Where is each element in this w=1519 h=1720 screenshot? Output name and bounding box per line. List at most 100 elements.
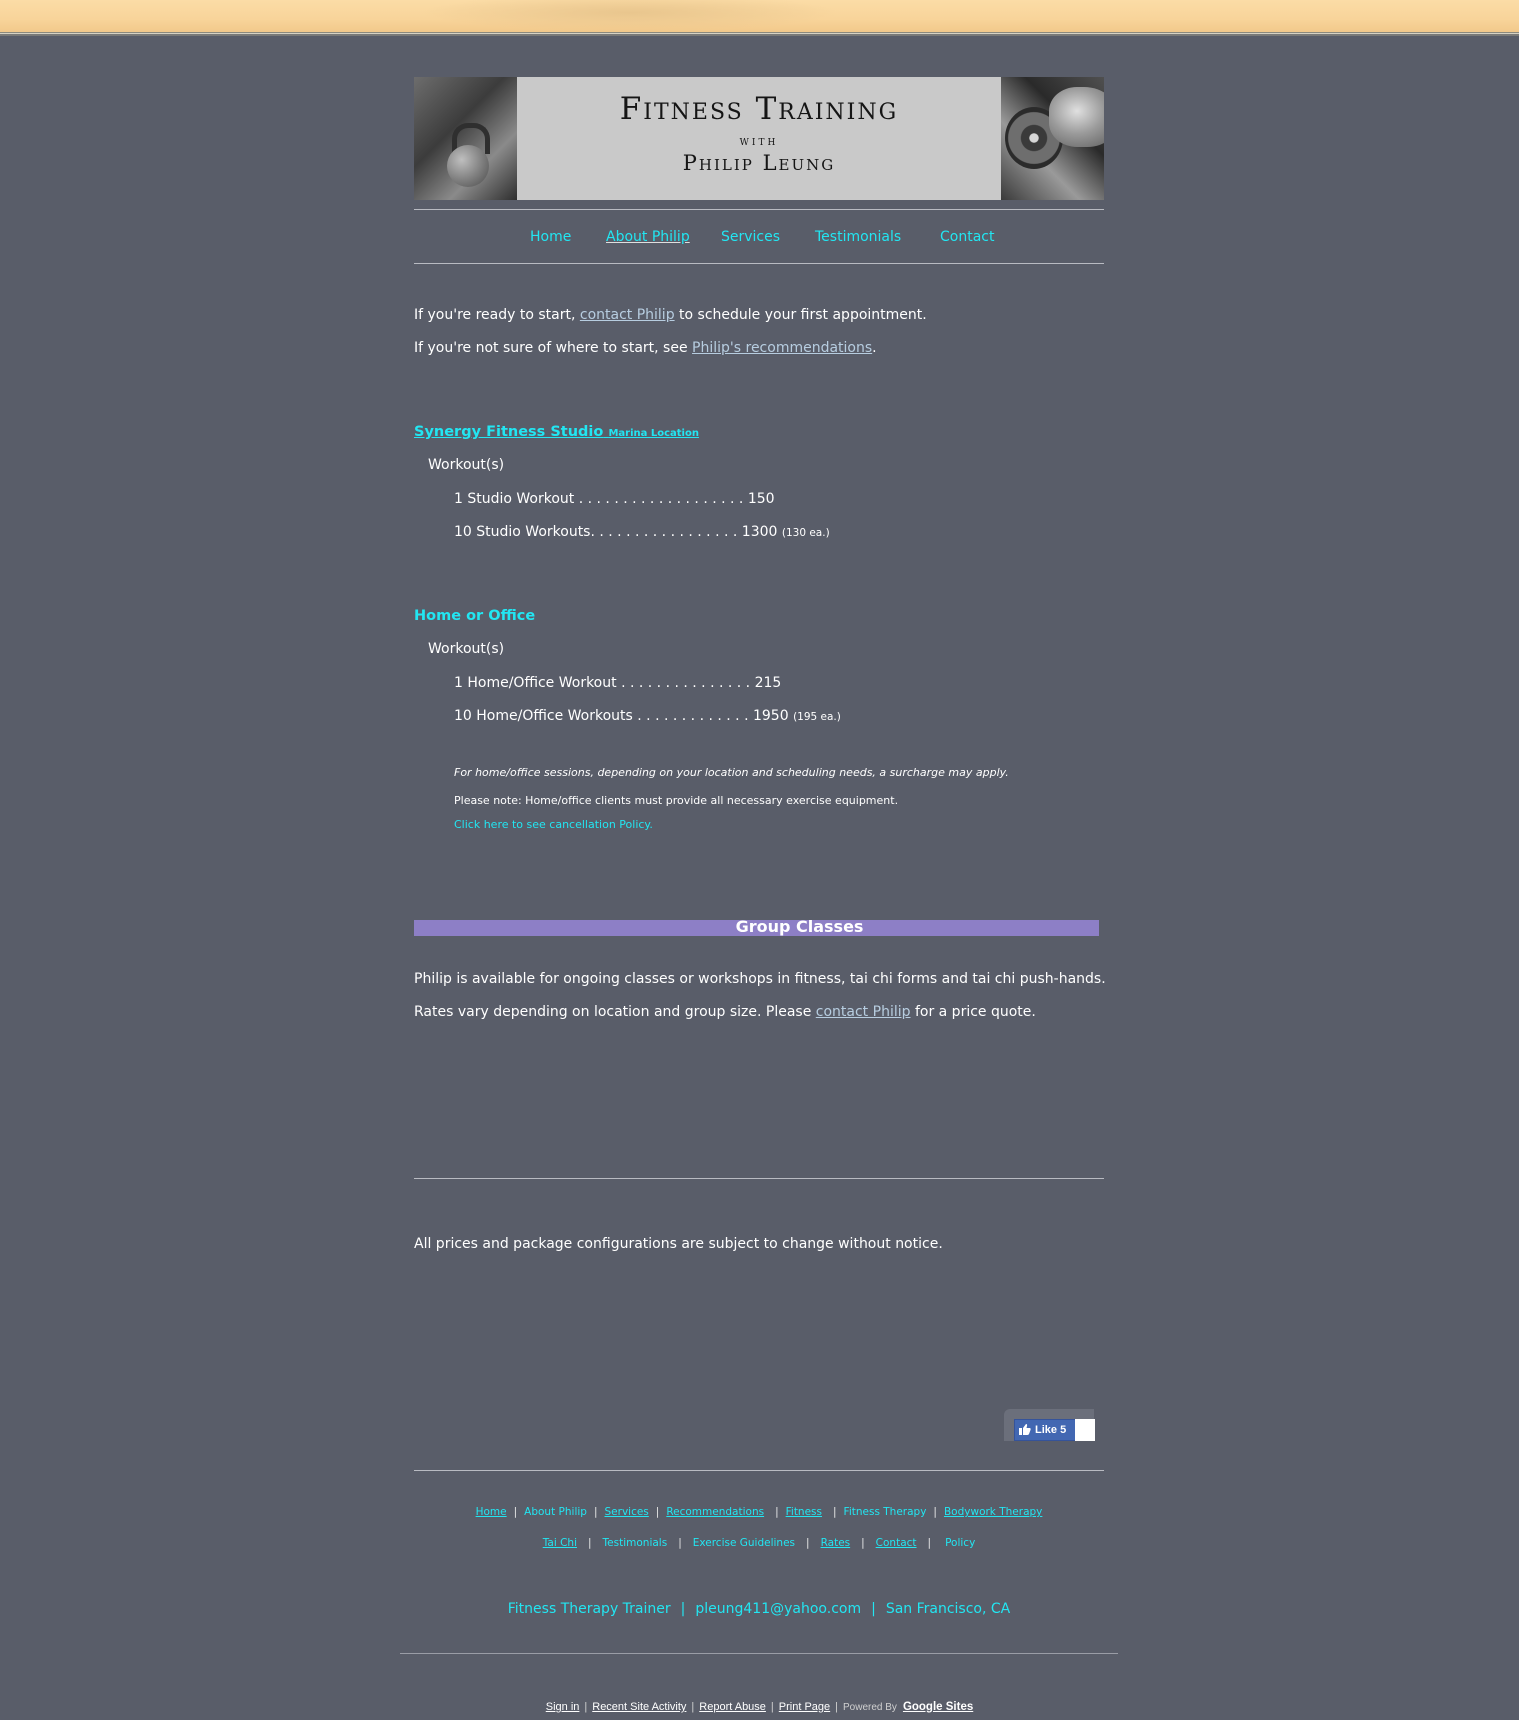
banner-title: Fitness Training with Philip Leung <box>517 77 1001 200</box>
studio-heading-link[interactable]: Synergy Fitness Studio Marina Location <box>414 424 699 440</box>
group-line-1: Philip is available for ongoing classes … <box>414 971 1106 987</box>
contact-email-link[interactable]: pleung411@yahoo.com <box>695 1601 861 1617</box>
arm <box>1049 87 1104 147</box>
home-office-price-row: 1 Home/Office Workout . . . . . . . . . … <box>454 675 781 691</box>
footer-sep: | <box>655 1506 660 1518</box>
banner-title-line1: Fitness Training <box>619 91 899 127</box>
print-page-link[interactable]: Print Page <box>779 1701 830 1713</box>
footer-link-testimonials[interactable]: Testimonials <box>603 1537 668 1549</box>
studio-price-row: 1 Studio Workout . . . . . . . . . . . .… <box>454 491 775 507</box>
studio-price-text: 1 Studio Workout . . . . . . . . . . . .… <box>454 491 775 507</box>
footer-link-contact[interactable]: Contact <box>876 1537 917 1549</box>
report-abuse-link[interactable]: Report Abuse <box>699 1701 766 1713</box>
nav-services[interactable]: Services <box>721 229 780 245</box>
main-nav: Home About Philip Services Testimonials … <box>414 229 1104 249</box>
like-count-box <box>1075 1419 1095 1441</box>
footer-link-fitness-therapy[interactable]: Fitness Therapy <box>844 1506 927 1518</box>
footer-link-exercise-guidelines[interactable]: Exercise Guidelines <box>693 1537 795 1549</box>
sign-in-link[interactable]: Sign in <box>546 1701 580 1713</box>
kettlebell <box>447 145 489 187</box>
home-office-subheading: Workout(s) <box>428 641 505 657</box>
facebook-like-widget: Like 5 <box>1004 1409 1097 1441</box>
group-line-2-prefix: Rates vary depending on location and gro… <box>414 1004 816 1020</box>
footer-sep: | <box>833 1506 837 1518</box>
studio-heading: Synergy Fitness Studio <box>414 424 604 440</box>
site-footer-sep: | <box>770 1701 774 1713</box>
intro-line-2-prefix: If you're not sure of where to start, se… <box>414 340 693 356</box>
footer-link-about-philip[interactable]: About Philip <box>524 1506 587 1518</box>
site-footer-sep: | <box>584 1701 588 1713</box>
contact-philip-link-2[interactable]: contact Philip <box>816 1004 911 1020</box>
recommendations-link[interactable]: Philip's recommendations <box>692 340 872 356</box>
nav-about-philip[interactable]: About Philip <box>606 229 690 245</box>
footer-link-rates[interactable]: Rates <box>821 1537 851 1549</box>
home-office-price-text: 1 Home/Office Workout . . . . . . . . . … <box>454 675 782 691</box>
weight-plate-photo <box>1001 77 1104 200</box>
intro-line-1-prefix: If you're ready to start, <box>414 307 580 323</box>
price-disclaimer: All prices and package configurations ar… <box>414 1236 943 1252</box>
footer-link-recommendations[interactable]: Recommendations <box>666 1506 764 1518</box>
footer-links-row-2: Tai Chi | Testimonials | Exercise Guidelines… <box>414 1537 1104 1549</box>
nav-contact[interactable]: Contact <box>940 229 994 245</box>
footer-link-services[interactable]: Services <box>605 1506 649 1518</box>
studio-price-text: 10 Studio Workouts. . . . . . . . . . . … <box>454 524 778 540</box>
site-footer-sep: | <box>691 1701 695 1713</box>
nav-testimonials[interactable]: Testimonials <box>815 229 901 245</box>
footer-links-row-1: Home | About Philip | Services | Recommendatio… <box>414 1506 1104 1518</box>
contact-sep: | <box>680 1601 686 1617</box>
intro-line-2: If you're not sure of where to start, se… <box>414 340 877 356</box>
studio-price-each: (130 ea.) <box>781 527 830 539</box>
nav-home[interactable]: Home <box>530 229 571 245</box>
footer-sep: | <box>588 1537 592 1549</box>
home-office-price-text: 10 Home/Office Workouts . . . . . . . . … <box>454 708 789 724</box>
footer-sep: | <box>861 1537 865 1549</box>
contact-sep: | <box>871 1601 876 1617</box>
footer-sep: | <box>775 1506 779 1518</box>
google-sites-link[interactable]: Google Sites <box>903 1701 973 1713</box>
footer-contact-line: Fitness Therapy Trainer | pleung411@yahoo.… <box>414 1601 1104 1617</box>
contact-title: Fitness Therapy Trainer <box>507 1601 671 1617</box>
thumbs-up-icon <box>1019 1424 1031 1435</box>
sand-texture <box>420 0 840 32</box>
surcharge-note: For home/office sessions, depending on y… <box>454 766 1009 779</box>
footer-sep: | <box>933 1506 937 1518</box>
nav-bottom-rule <box>414 263 1104 264</box>
footer-top-rule <box>414 1470 1104 1471</box>
contact-location: San Francisco, CA <box>885 1601 1011 1617</box>
footer-link-home[interactable]: Home <box>476 1506 507 1518</box>
group-line-2-suffix: for a price quote. <box>910 1004 1036 1020</box>
like-label: Like 5 <box>1035 1424 1067 1436</box>
site-banner[interactable]: Fitness Training with Philip Leung <box>414 77 1104 200</box>
recent-site-activity-link[interactable]: Recent Site Activity <box>592 1701 686 1713</box>
kettlebell-photo <box>414 77 517 200</box>
contact-philip-link[interactable]: contact Philip <box>580 307 675 323</box>
top-sand-band <box>0 0 1519 32</box>
group-classes-banner: Group Classes <box>414 917 1099 936</box>
banner-title-line3: Philip Leung <box>682 151 836 175</box>
footer-sep: | <box>806 1537 810 1549</box>
home-office-price-each: (195 ea.) <box>793 711 841 723</box>
equipment-note: Please note: Home/office clients must pr… <box>454 794 899 807</box>
footer-sep: | <box>927 1537 932 1549</box>
facebook-like-button[interactable]: Like 5 <box>1014 1419 1076 1441</box>
footer-link-fitness[interactable]: Fitness <box>786 1506 822 1518</box>
intro-line-1: If you're ready to start, contact Philip… <box>414 307 927 323</box>
group-line-2: Rates vary depending on location and gro… <box>414 1004 1036 1020</box>
footer-sep: | <box>513 1506 518 1518</box>
powered-by-label: Powered By <box>843 1702 897 1713</box>
top-rule <box>0 32 1519 36</box>
footer-link-policy[interactable]: Policy <box>945 1537 975 1549</box>
cancellation-policy-link[interactable]: Click here to see cancellation Policy. <box>454 818 653 831</box>
site-footer-rule <box>400 1653 1118 1654</box>
site-footer: Sign in | Recent Site Activity | Report Abus… <box>0 1701 1519 1713</box>
footer-link-bodywork-therapy[interactable]: Bodywork Therapy <box>944 1506 1042 1518</box>
studio-subheading: Workout(s) <box>428 457 505 473</box>
site-footer-sep: | <box>835 1701 839 1713</box>
footer-sep: | <box>678 1537 682 1549</box>
intro-line-1-suffix: to schedule your first appointment. <box>674 307 927 323</box>
group-classes-heading: Group Classes <box>735 917 864 936</box>
footer-link-tai-chi[interactable]: Tai Chi <box>543 1537 577 1549</box>
studio-location: Marina Location <box>608 428 699 439</box>
home-office-heading: Home or Office <box>414 608 536 624</box>
home-office-price-row: 10 Home/Office Workouts . . . . . . . . … <box>454 708 841 724</box>
